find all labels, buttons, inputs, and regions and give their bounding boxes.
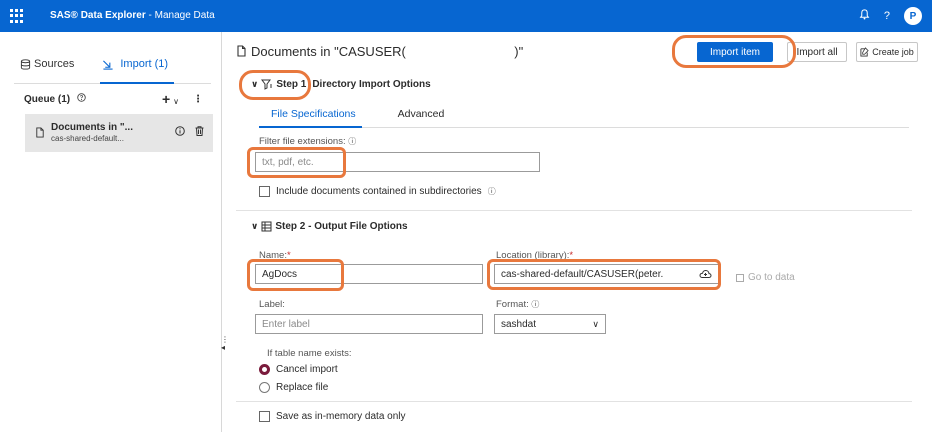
location-value: cas-shared-default/CASUSER(peter.: [501, 268, 664, 280]
step1-title: Directory Import Options: [312, 79, 431, 90]
include-subdirs-row[interactable]: Include documents contained in subdirect…: [259, 186, 496, 197]
step1-label: Step 1: [276, 79, 307, 90]
app-title-page: Manage Data: [154, 10, 215, 21]
database-icon: [20, 59, 31, 70]
help-circle-icon[interactable]: [77, 93, 86, 105]
help-circle-icon[interactable]: ⓘ: [348, 137, 356, 146]
page-title-prefix: Documents in "CASUSER(: [251, 44, 406, 59]
step1-header[interactable]: ∨ Step 1 Directory Import Options: [251, 79, 431, 90]
help-icon[interactable]: ?: [884, 10, 890, 22]
main-panel: Documents in "CASUSER( )" Import item Im…: [223, 32, 932, 432]
filter-extensions-label-text: Filter file extensions:: [259, 136, 346, 147]
help-circle-icon[interactable]: ⓘ: [488, 186, 496, 197]
app-title: SAS® Data Explorer - Manage Data: [50, 10, 215, 21]
divider: [236, 210, 912, 211]
info-icon[interactable]: [175, 126, 185, 139]
cloud-library-icon[interactable]: [699, 269, 712, 279]
location-label: Location (library):*: [496, 250, 573, 261]
include-subdirs-checkbox[interactable]: [259, 186, 270, 197]
add-dropdown-button[interactable]: + ∨: [162, 91, 179, 107]
tab-import[interactable]: Import (1): [100, 58, 174, 84]
chevron-down-icon: ∨: [251, 79, 259, 89]
chevron-down-icon: ∨: [173, 97, 179, 106]
app-launcher-icon[interactable]: [10, 9, 24, 23]
document-title-icon: [237, 45, 246, 57]
left-panel-tabs: Sources Import (1): [14, 58, 211, 84]
in-memory-label: Save as in-memory data only: [276, 411, 406, 422]
in-memory-row[interactable]: Save as in-memory data only: [259, 411, 406, 422]
format-select[interactable]: sashdat ∨: [494, 314, 606, 334]
required-marker: *: [286, 250, 291, 261]
top-bar: SAS® Data Explorer - Manage Data ? P: [0, 0, 932, 32]
queue-item-title: Documents in "...: [51, 122, 133, 133]
option-replace-file[interactable]: Replace file: [259, 382, 328, 393]
name-input[interactable]: AgDocs: [255, 264, 483, 284]
option-cancel-import[interactable]: Cancel import: [259, 364, 338, 375]
replace-file-radio[interactable]: [259, 382, 270, 393]
tab-import-label: Import (1): [120, 58, 169, 70]
cancel-import-radio[interactable]: [259, 364, 270, 375]
app-title-brand: SAS® Data Explorer: [50, 10, 146, 21]
help-circle-icon[interactable]: ⓘ: [531, 300, 539, 309]
queue-label: Queue (1): [24, 93, 71, 105]
tab-file-specifications[interactable]: File Specifications: [259, 102, 362, 128]
import-icon: [103, 60, 113, 70]
left-panel: Sources Import (1) Queue (1) + ∨ ⋮ Docume…: [0, 32, 222, 432]
output-table-icon: [261, 221, 272, 232]
page-title: Documents in "CASUSER( )": [236, 44, 523, 59]
location-input[interactable]: cas-shared-default/CASUSER(peter.: [494, 264, 719, 284]
chevron-down-icon: ∨: [592, 318, 599, 329]
queue-item[interactable]: Documents in "... cas-shared-default...: [25, 114, 213, 152]
import-item-button[interactable]: Import item: [697, 42, 773, 62]
trash-icon[interactable]: [195, 126, 204, 139]
queue-header: Queue (1) + ∨ ⋮: [24, 91, 209, 107]
name-label-text: Name:: [259, 250, 287, 261]
create-job-icon: [860, 47, 869, 57]
replace-file-label: Replace file: [276, 382, 329, 393]
step1-tabs: File Specifications Advanced: [259, 102, 909, 128]
required-marker: *: [569, 250, 574, 261]
tab-advanced[interactable]: Advanced: [386, 102, 451, 127]
label-field-label: Label:: [259, 299, 285, 310]
go-to-data-icon: [736, 273, 744, 282]
avatar[interactable]: P: [904, 7, 922, 25]
tab-sources[interactable]: Sources: [14, 58, 74, 83]
cancel-import-label: Cancel import: [276, 364, 338, 375]
in-memory-checkbox[interactable]: [259, 411, 270, 422]
top-right-controls: ? P: [859, 7, 922, 25]
filter-extensions-input[interactable]: txt, pdf, etc.: [255, 152, 540, 172]
go-to-data-label: Go to data: [748, 272, 795, 283]
page-title-suffix: )": [514, 44, 524, 59]
tab-sources-label: Sources: [34, 58, 75, 70]
format-label: Format: ⓘ: [496, 299, 539, 310]
queue-item-subtitle: cas-shared-default...: [51, 134, 124, 143]
more-options-icon[interactable]: ⋮: [193, 94, 203, 105]
format-value: sashdat: [501, 318, 537, 330]
create-job-label: Create job: [872, 47, 914, 57]
name-label: Name:*: [259, 250, 291, 261]
go-to-data-link[interactable]: Go to data: [736, 272, 795, 283]
if-exists-label: If table name exists:: [267, 348, 352, 359]
include-subdirs-label: Include documents contained in subdirect…: [276, 186, 482, 197]
step-filter-icon: [261, 79, 273, 90]
location-label-text: Location (library):: [496, 250, 570, 261]
document-icon: [35, 127, 45, 141]
import-all-button[interactable]: Import all: [787, 42, 847, 62]
filter-extensions-label: Filter file extensions: ⓘ: [259, 136, 356, 147]
app-title-separator: -: [145, 10, 155, 21]
bell-icon[interactable]: [859, 9, 870, 23]
create-job-button[interactable]: Create job: [856, 42, 918, 62]
divider: [236, 401, 912, 402]
format-label-text: Format:: [496, 299, 529, 310]
chevron-down-icon: ∨: [251, 221, 259, 231]
label-input[interactable]: Enter label: [255, 314, 483, 334]
step2-header[interactable]: ∨ Step 2 - Output File Options: [251, 221, 408, 232]
step2-title: Step 2 - Output File Options: [275, 221, 408, 232]
